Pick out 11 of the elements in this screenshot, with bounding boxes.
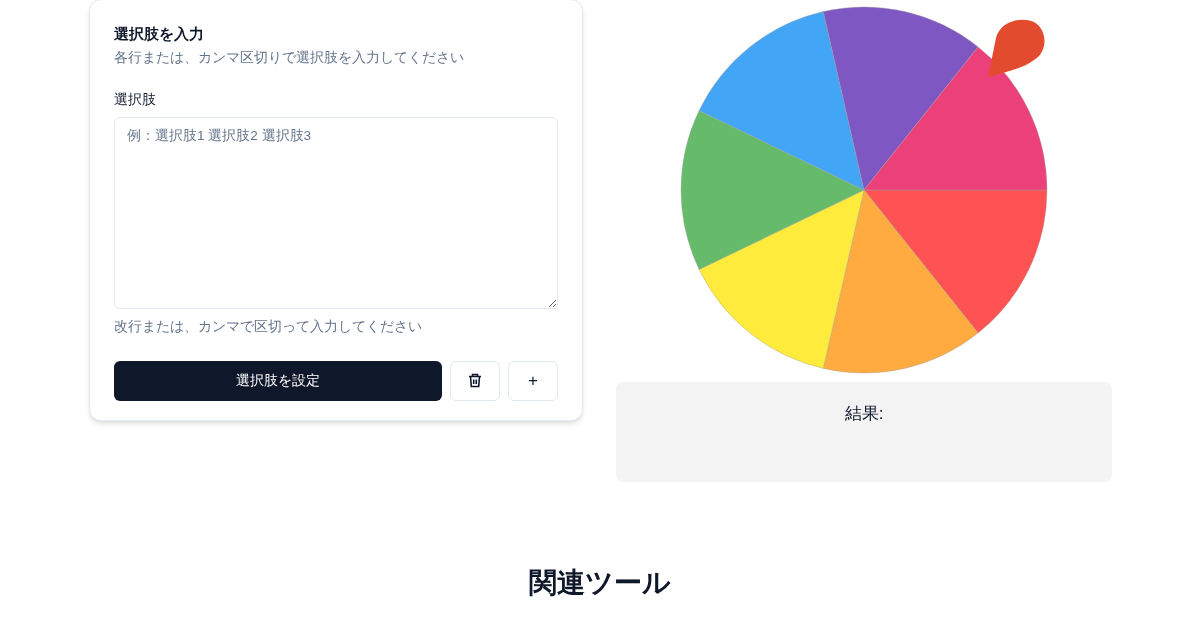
delete-button[interactable] — [450, 360, 500, 401]
related-tools-heading: 関連ツール — [528, 566, 672, 600]
field-label: 選択肢 — [114, 91, 157, 110]
set-choices-button[interactable]: 選択肢を設定 — [114, 360, 442, 401]
card-title: 選択肢を入力 — [114, 24, 205, 44]
result-label: 結果: — [844, 403, 884, 425]
trash-icon — [468, 373, 482, 389]
card-description: 各行または、カンマ区切りで選択肢を入力してください — [114, 49, 465, 67]
hint-text: 改行または、カンマで区切って入力してください — [114, 317, 423, 336]
add-button[interactable]: + — [508, 360, 558, 401]
choices-input-field[interactable]: 例：選択肢1 選択肢2 選択肢3 — [114, 116, 558, 309]
